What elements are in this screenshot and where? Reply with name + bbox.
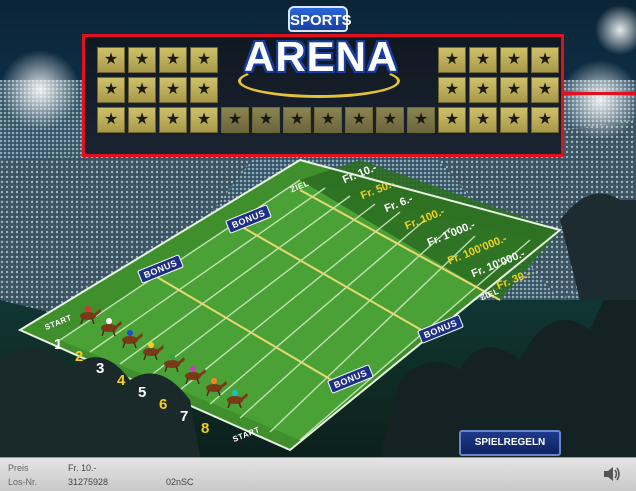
rules-button[interactable]: SPIELREGELN — [459, 430, 561, 456]
star-cell[interactable]: ★ — [159, 47, 187, 73]
star-cell[interactable]: ★ — [407, 107, 435, 133]
star-cell[interactable]: ★ — [190, 107, 218, 133]
star-cell[interactable]: ★ — [159, 107, 187, 133]
ticket-number-label: Los-Nr. — [8, 477, 38, 487]
star-cell[interactable]: ★ — [469, 77, 497, 103]
sports-arena-logo: SPORTS ARENA — [238, 4, 400, 104]
star-cell[interactable]: ★ — [97, 107, 125, 133]
price-value: Fr. 10.- — [68, 463, 97, 473]
star-cell[interactable]: ★ — [128, 107, 156, 133]
lane-number: 8 — [201, 420, 210, 437]
frame-line — [564, 92, 636, 95]
star-cell[interactable]: ★ — [438, 77, 466, 103]
star-cell[interactable]: ★ — [97, 47, 125, 73]
lane-number: 5 — [138, 384, 147, 401]
star-cell[interactable]: ★ — [283, 107, 311, 133]
star-cell[interactable]: ★ — [500, 77, 528, 103]
star-cell[interactable]: ★ — [469, 107, 497, 133]
footer-bar: Preis Fr. 10.- Los-Nr. 31275928 02nSC — [0, 457, 636, 491]
speaker-icon[interactable] — [602, 466, 622, 482]
star-cell[interactable]: ★ — [159, 77, 187, 103]
star-cell[interactable]: ★ — [469, 47, 497, 73]
game-stage: ★ ★ ★ ★ ★ ★ ★ ★ ★ ★ ★ ★ ★ ★ ★ ★ ★ ★ ★ ★ ★ ★ ★ ★ ★ ★ ★ ★ ★ ★ ★ SPORTS A… — [0, 0, 636, 491]
star-cell[interactable]: ★ — [531, 47, 559, 73]
ticket-number-value: 31275928 — [68, 477, 109, 487]
logo-sports-text: SPORTS — [288, 6, 352, 32]
star-cell[interactable]: ★ — [128, 77, 156, 103]
star-cell[interactable]: ★ — [500, 47, 528, 73]
lane-number: 2 — [75, 348, 84, 365]
lane-number: 6 — [159, 396, 168, 413]
star-cell[interactable]: ★ — [345, 107, 373, 133]
star-cell[interactable]: ★ — [531, 77, 559, 103]
star-cell[interactable]: ★ — [531, 107, 559, 133]
lane-number: 4 — [117, 372, 126, 389]
lane-number: 1 — [54, 336, 63, 353]
star-cell[interactable]: ★ — [438, 107, 466, 133]
price-label: Preis — [8, 463, 29, 473]
star-cell[interactable]: ★ — [128, 47, 156, 73]
ticket-code: 02nSC — [166, 477, 194, 487]
horse-8 — [227, 390, 248, 408]
star-cell[interactable]: ★ — [500, 107, 528, 133]
star-cell[interactable]: ★ — [97, 77, 125, 103]
star-cell[interactable]: ★ — [190, 77, 218, 103]
star-cell[interactable]: ★ — [314, 107, 342, 133]
star-cell[interactable]: ★ — [438, 47, 466, 73]
lane-number: 3 — [96, 360, 105, 377]
star-cell[interactable]: ★ — [221, 107, 249, 133]
star-cell[interactable]: ★ — [252, 107, 280, 133]
logo-arena-text: ARENA — [244, 33, 399, 80]
star-cell[interactable]: ★ — [190, 47, 218, 73]
star-cell[interactable]: ★ — [376, 107, 404, 133]
lane-number: 7 — [180, 408, 189, 425]
